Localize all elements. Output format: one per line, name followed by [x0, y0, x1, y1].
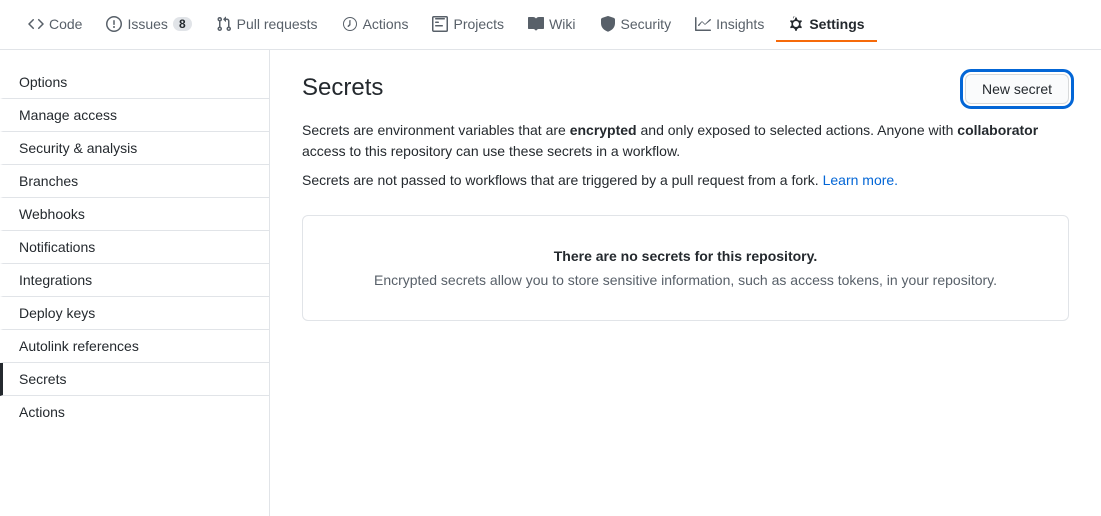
sidebar-item-deploy-keys[interactable]: Deploy keys	[0, 297, 269, 330]
nav-item-actions[interactable]: Actions	[330, 8, 421, 42]
nav-pr-label: Pull requests	[237, 16, 318, 32]
collaborator-bold: collaborator	[957, 122, 1038, 138]
content-header: Secrets New secret	[302, 74, 1069, 104]
nav-projects-label: Projects	[453, 16, 504, 32]
main-layout: Options Manage access Security & analysi…	[0, 50, 1101, 516]
issues-icon	[106, 16, 122, 32]
sidebar-item-manage-access[interactable]: Manage access	[0, 99, 269, 132]
sidebar-item-options[interactable]: Options	[0, 66, 269, 99]
sidebar-item-autolink-references[interactable]: Autolink references	[0, 330, 269, 363]
description-line1: Secrets are environment variables that a…	[302, 120, 1069, 162]
pr-icon	[216, 16, 232, 32]
sidebar-item-branches[interactable]: Branches	[0, 165, 269, 198]
nav-code-label: Code	[49, 16, 82, 32]
sidebar-item-webhooks[interactable]: Webhooks	[0, 198, 269, 231]
nav-wiki-label: Wiki	[549, 16, 575, 32]
nav-insights-label: Insights	[716, 16, 764, 32]
description-line2: Secrets are not passed to workflows that…	[302, 170, 1069, 191]
nav-security-label: Security	[621, 16, 672, 32]
issues-badge: 8	[173, 17, 192, 31]
wiki-icon	[528, 16, 544, 32]
nav-item-security[interactable]: Security	[588, 8, 684, 42]
projects-icon	[432, 16, 448, 32]
encrypted-bold: encrypted	[570, 122, 637, 138]
settings-icon	[788, 16, 804, 32]
sidebar-item-notifications[interactable]: Notifications	[0, 231, 269, 264]
sidebar-item-actions[interactable]: Actions	[0, 396, 269, 428]
sidebar-item-secrets[interactable]: Secrets	[0, 363, 269, 396]
sidebar: Options Manage access Security & analysi…	[0, 50, 270, 516]
nav-item-pull-requests[interactable]: Pull requests	[204, 8, 330, 42]
nav-item-code[interactable]: Code	[16, 8, 94, 42]
sidebar-item-security-analysis[interactable]: Security & analysis	[0, 132, 269, 165]
top-navigation: Code Issues 8 Pull requests Actions Proj…	[0, 0, 1101, 50]
nav-item-projects[interactable]: Projects	[420, 8, 516, 42]
nav-item-issues[interactable]: Issues 8	[94, 8, 203, 42]
nav-item-settings[interactable]: Settings	[776, 8, 876, 42]
insights-icon	[695, 16, 711, 32]
new-secret-button[interactable]: New secret	[965, 74, 1069, 104]
empty-secrets-box: There are no secrets for this repository…	[302, 215, 1069, 321]
nav-item-wiki[interactable]: Wiki	[516, 8, 587, 42]
nav-issues-label: Issues	[127, 16, 167, 32]
security-icon	[600, 16, 616, 32]
nav-item-insights[interactable]: Insights	[683, 8, 776, 42]
main-content: Secrets New secret Secrets are environme…	[270, 50, 1101, 516]
empty-box-description: Encrypted secrets allow you to store sen…	[327, 272, 1044, 288]
empty-box-title: There are no secrets for this repository…	[327, 248, 1044, 264]
page-title: Secrets	[302, 74, 383, 102]
learn-more-link[interactable]: Learn more.	[823, 172, 898, 188]
code-icon	[28, 16, 44, 32]
nav-settings-label: Settings	[809, 16, 864, 32]
sidebar-item-integrations[interactable]: Integrations	[0, 264, 269, 297]
actions-icon	[342, 16, 358, 32]
nav-actions-label: Actions	[363, 16, 409, 32]
